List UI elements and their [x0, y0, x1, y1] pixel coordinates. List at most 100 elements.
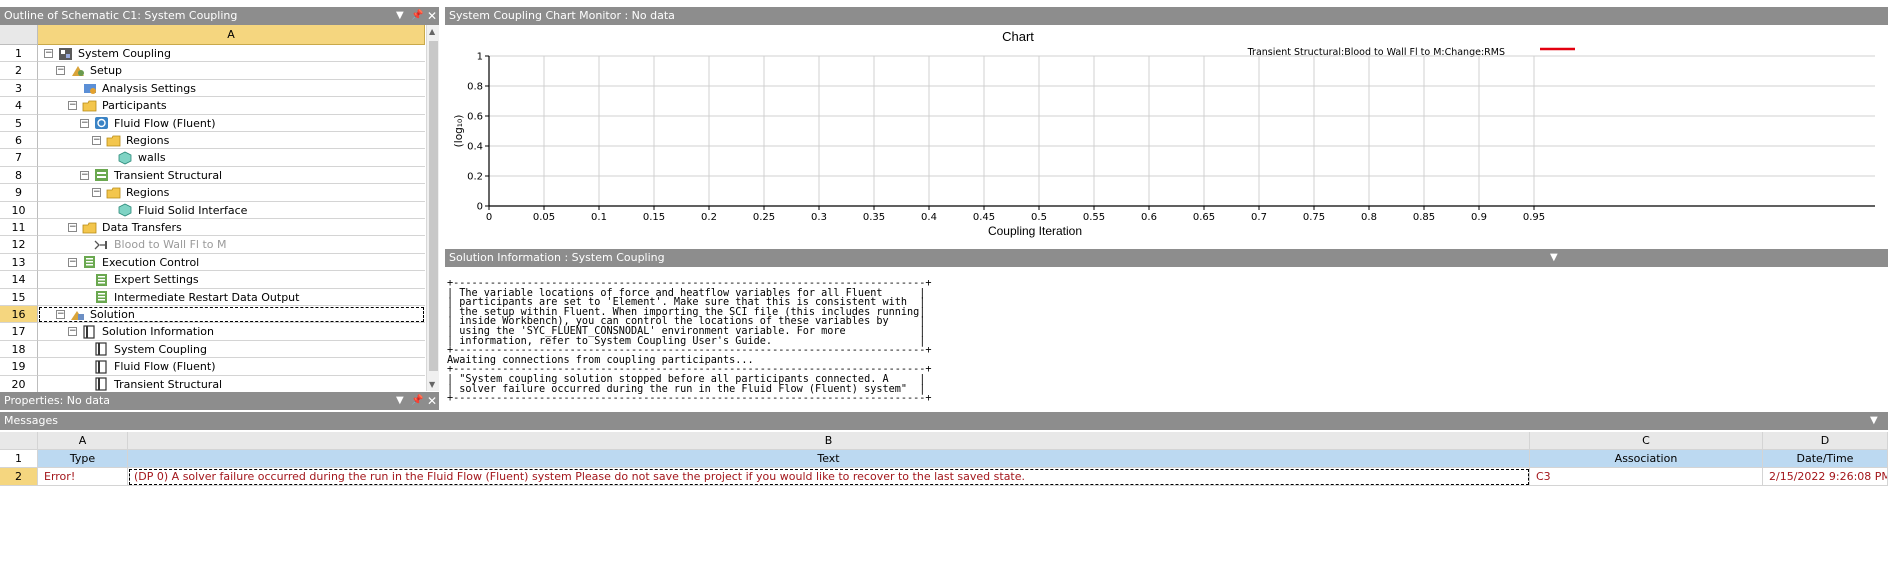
folder-icon — [106, 134, 122, 148]
column-header-a[interactable]: A — [38, 25, 425, 45]
solution-info-panel: Solution Information : System Coupling ▼… — [445, 249, 1888, 408]
dropdown-icon[interactable]: ▼ — [1550, 249, 1558, 267]
collapse-icon[interactable]: − — [44, 49, 53, 58]
scroll-down-icon[interactable]: ▼ — [429, 380, 435, 389]
messages-header-text: Text — [128, 450, 1530, 468]
outline-row-number: 14 — [0, 271, 38, 289]
outline-row-number: 7 — [0, 149, 38, 167]
pin-icon[interactable]: 📌 — [411, 392, 423, 410]
close-icon[interactable]: ✕ — [427, 392, 437, 410]
message-type[interactable]: Error! — [38, 468, 128, 486]
outline-tree-item[interactable]: Analysis Settings — [38, 80, 425, 98]
outline-tree-item[interactable]: − Transient Structural — [38, 167, 425, 185]
dropdown-icon[interactable]: ▼ — [1870, 412, 1878, 430]
outline-tree-label: Fluid Flow (Fluent) — [114, 360, 216, 374]
outline-tree-item[interactable]: − System Coupling — [38, 45, 425, 63]
collapse-icon[interactable]: − — [68, 327, 77, 337]
outline-row-number: 4 — [0, 97, 38, 115]
outline-tree-item[interactable]: walls — [38, 149, 425, 167]
outline-row-number: 17 — [0, 323, 38, 341]
solution-info-title-bar: Solution Information : System Coupling ▼ — [445, 249, 1888, 267]
dropdown-icon[interactable]: ▼ — [396, 392, 404, 410]
system-coupling-icon — [58, 47, 74, 61]
collapse-icon[interactable]: − — [56, 310, 65, 319]
outline-tree-item[interactable]: − Solution Information — [38, 323, 425, 341]
outline-tree-item[interactable]: − Participants — [38, 97, 425, 115]
document-icon — [94, 377, 110, 391]
outline-tree-label: Execution Control — [102, 255, 200, 269]
message-association[interactable]: C3 — [1530, 468, 1763, 486]
x-tick-label: 0.1 — [591, 212, 607, 223]
outline-tree-item[interactable]: Blood to Wall Fl to M — [38, 236, 425, 254]
outline-row-number: 1 — [0, 45, 38, 63]
outline-tree-item[interactable]: − Execution Control — [38, 254, 425, 272]
collapse-icon[interactable]: − — [92, 188, 101, 198]
x-tick-label: 0.4 — [921, 212, 937, 223]
outline-tree-item[interactable]: System Coupling — [38, 341, 425, 359]
close-icon[interactable]: ✕ — [427, 7, 437, 25]
collapse-icon[interactable]: − — [68, 223, 77, 232]
outline-tree-item[interactable]: − Regions — [38, 132, 425, 150]
x-tick-label: 0.75 — [1303, 212, 1325, 223]
scroll-up-icon[interactable]: ▲ — [429, 27, 435, 36]
x-tick-label: 0.7 — [1251, 212, 1267, 223]
folder-icon — [82, 99, 98, 113]
y-tick-label: 0.4 — [467, 142, 483, 153]
messages-row-num: 2 — [0, 468, 38, 486]
properties-title: Properties: No data — [4, 394, 111, 407]
messages-col-b[interactable]: B — [128, 432, 1530, 450]
outline-tree-label: Expert Settings — [114, 273, 199, 287]
outline-scrollbar[interactable]: ▲ ▼ — [426, 25, 439, 391]
message-text[interactable]: (DP 0) A solver failure occurred during … — [128, 468, 1530, 486]
x-tick-label: 0.8 — [1361, 212, 1377, 223]
outline-tree-item[interactable]: − Fluid Flow (Fluent) — [38, 115, 425, 132]
message-datetime[interactable]: 2/15/2022 9:26:08 PM — [1763, 468, 1888, 486]
outline-tree-item[interactable]: Fluid Flow (Fluent) — [38, 358, 425, 376]
outline-tree-label: Regions — [126, 186, 170, 200]
messages-col-d[interactable]: D — [1763, 432, 1888, 450]
chart-monitor-title: System Coupling Chart Monitor : No data — [449, 9, 675, 22]
outline-row-number: 5 — [0, 114, 38, 132]
dropdown-icon[interactable]: ▼ — [396, 7, 404, 25]
y-tick-label: 0.8 — [467, 82, 483, 93]
collapse-icon[interactable]: − — [80, 118, 89, 128]
region-cube-icon — [118, 203, 134, 217]
outline-tree-item[interactable]: Fluid Solid Interface — [38, 202, 425, 219]
outline-row-number: 11 — [0, 219, 38, 237]
x-tick-label: 0.35 — [863, 212, 885, 223]
outline-tree-item[interactable]: Expert Settings — [38, 271, 425, 289]
scroll-thumb[interactable] — [429, 41, 438, 371]
pin-icon[interactable]: 📌 — [411, 7, 423, 25]
x-tick-label: 0.45 — [973, 212, 995, 223]
collapse-icon[interactable]: − — [68, 257, 77, 267]
messages-col-c[interactable]: C — [1530, 432, 1763, 450]
x-tick-label: 0.5 — [1031, 212, 1047, 223]
outline-tree-item[interactable]: − Data Transfers — [38, 219, 425, 237]
collapse-icon[interactable]: − — [68, 101, 77, 111]
outline-tree-item[interactable]: − Regions — [38, 184, 425, 202]
outline-tree-label: Solution Information — [102, 325, 214, 339]
corner-cell — [0, 25, 38, 45]
properties-title-bar: Properties: No data ▼ 📌 ✕ — [0, 392, 439, 410]
outline-tree-item[interactable]: − Setup — [38, 62, 425, 80]
outline-tree-item[interactable]: Transient Structural — [38, 376, 425, 393]
messages-row-num: 1 — [0, 450, 38, 468]
outline-row-number: 3 — [0, 79, 38, 98]
outline-tree-item[interactable]: − Solution — [38, 306, 425, 324]
outline-tree-label: Participants — [102, 99, 167, 113]
collapse-icon[interactable]: − — [92, 136, 101, 145]
x-tick-label: 0.25 — [753, 212, 775, 223]
collapse-icon[interactable]: − — [56, 66, 65, 76]
messages-corner — [0, 432, 38, 450]
collapse-icon[interactable]: − — [80, 170, 89, 180]
x-tick-label: 0.65 — [1193, 212, 1215, 223]
outline-row-number: 10 — [0, 201, 38, 219]
x-tick-label: 0 — [486, 212, 492, 223]
outline-tree-item[interactable]: Intermediate Restart Data Output — [38, 289, 425, 306]
outline-tree-label: Analysis Settings — [102, 81, 196, 95]
folder-icon — [106, 186, 122, 200]
chart: ChartTransient Structural:Blood to Wall … — [453, 29, 1875, 238]
x-tick-label: 0.85 — [1413, 212, 1435, 223]
outline-row-number: 6 — [0, 132, 38, 150]
messages-col-a[interactable]: A — [38, 432, 128, 450]
